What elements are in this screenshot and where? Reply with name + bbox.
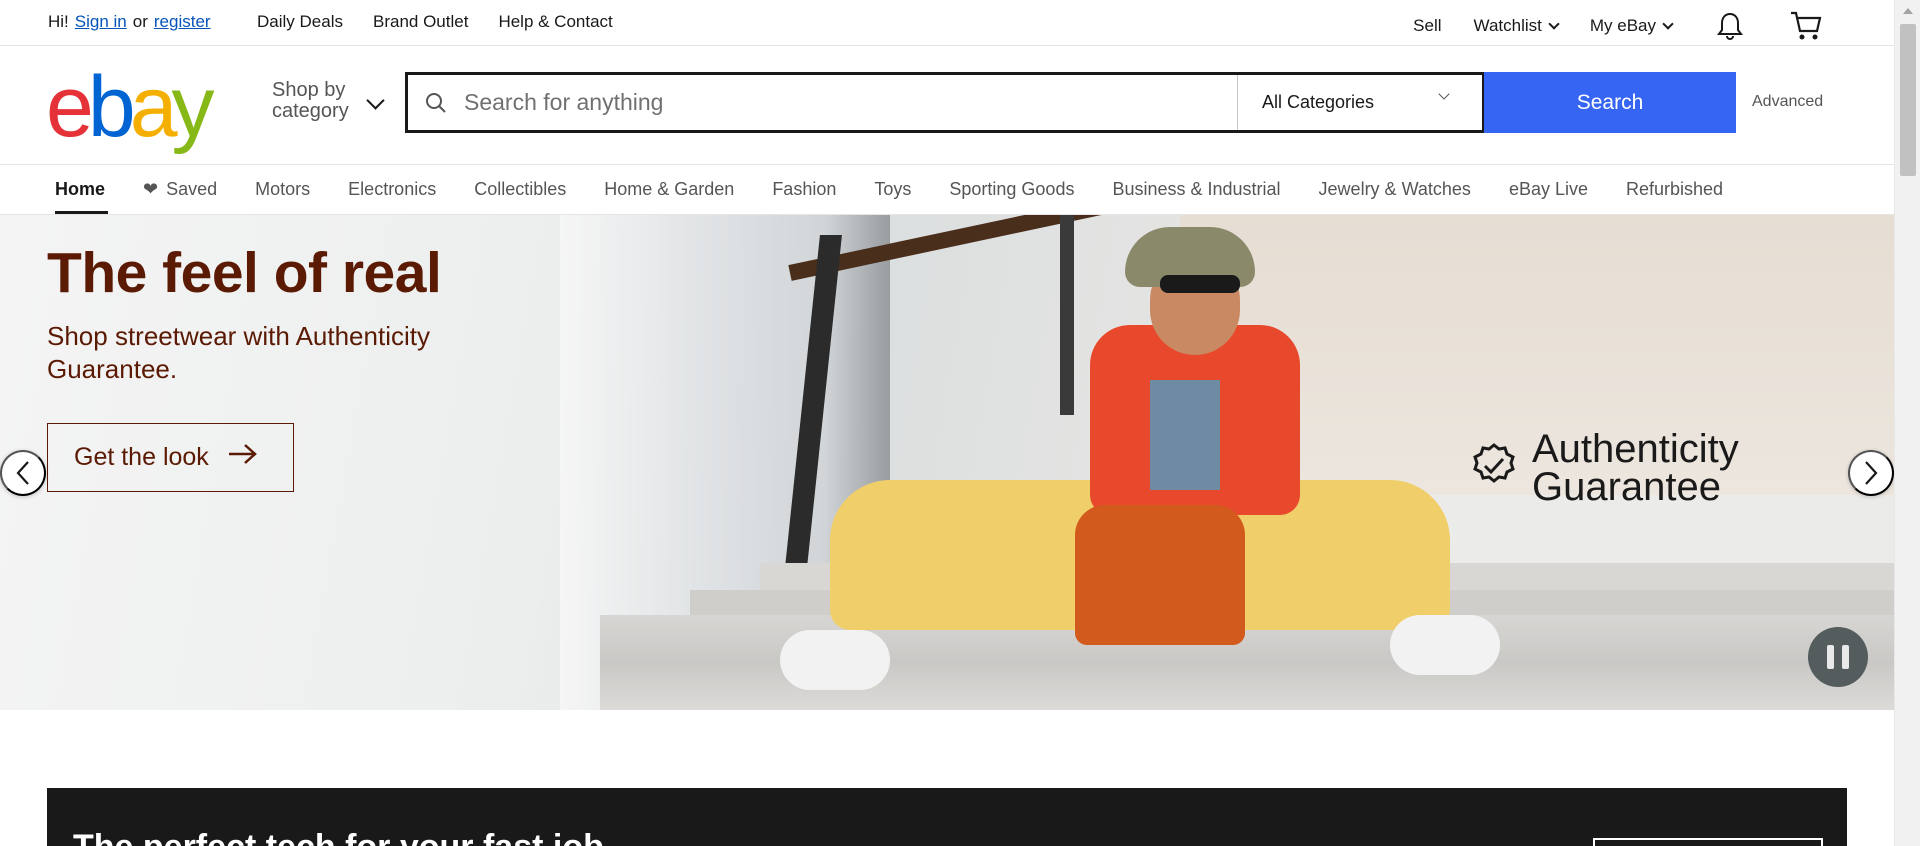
nav-item-ebay-live[interactable]: eBay Live [1509,179,1588,200]
search-icon [408,91,464,115]
logo-letter: y [171,59,215,155]
main-header: ebay Shop by category All Categories Sea… [0,46,1894,164]
chevron-down-icon[interactable] [366,91,385,110]
hero-figure-sneaker [1390,615,1500,675]
nav-item-home[interactable]: Home [55,179,105,200]
sell-link[interactable]: Sell [1413,16,1441,36]
bell-icon[interactable] [1712,8,1748,44]
search-input[interactable] [464,77,1224,128]
hero-figure-sneaker [780,630,890,690]
authenticity-guarantee-badge: Authenticity Guarantee [1470,427,1739,509]
carousel-pause-button[interactable] [1808,627,1868,687]
chevron-right-icon [1865,461,1878,485]
greeting-text: Hi! [48,12,69,31]
chevron-down-icon [1548,17,1560,30]
chevron-down-icon [1662,17,1674,30]
chevron-down-icon [1438,88,1450,100]
scroll-up-icon[interactable] [1903,8,1913,14]
top-utility-bar: Hi! Sign in or register Daily Deals Bran… [0,0,1894,46]
register-link[interactable]: register [154,12,211,32]
hero-banner[interactable]: The feel of real Shop streetwear with Au… [0,215,1894,710]
help-contact-link[interactable]: Help & Contact [498,12,612,32]
nav-item-toys[interactable]: Toys [874,179,911,200]
page: Hi! Sign in or register Daily Deals Bran… [0,0,1894,846]
promo-cta-button[interactable] [1593,838,1823,846]
sign-in-link[interactable]: Sign in [75,12,127,32]
nav-item-saved[interactable]: ❤ Saved [143,179,217,200]
utility-links: Daily Deals Brand Outlet Help & Contact [257,12,613,32]
nav-item-label: Motors [255,179,311,199]
nav-item-label: Jewelry & Watches [1318,179,1471,199]
nav-item-motors[interactable]: Motors [255,179,310,200]
hero-figure-sunglasses [1160,275,1240,293]
arrow-right-icon [227,442,259,473]
daily-deals-link[interactable]: Daily Deals [257,12,343,32]
my-ebay-label: My eBay [1589,16,1656,35]
badge-line-2: Guarantee [1532,465,1722,509]
search-button[interactable]: Search [1484,72,1736,133]
check-badge-icon [1470,442,1518,495]
promo-title: The perfect tech for your fast job [73,828,604,846]
pause-icon [1827,645,1834,669]
logo-letter: a [129,59,178,155]
brand-outlet-link[interactable]: Brand Outlet [373,12,468,32]
hero-subtitle: Shop streetwear with Authenticity Guaran… [47,321,430,384]
nav-item-label: Home [55,179,106,199]
promo-banner: The perfect tech for your fast job [47,788,1847,846]
hero-title: The feel of real [47,241,442,305]
pause-icon [1842,645,1849,669]
nav-item-label: Refurbished [1626,179,1724,199]
account-greeting: Hi! Sign in or register [48,12,211,32]
logo-letter: b [87,59,136,155]
scrollbar-thumb[interactable] [1900,24,1916,176]
nav-item-home-garden[interactable]: Home & Garden [604,179,734,200]
advanced-search-link[interactable]: Advanced [1752,93,1823,111]
nav-item-collectibles[interactable]: Collectibles [474,179,566,200]
nav-item-label: eBay Live [1508,179,1588,199]
shop-by-label: Shop by [272,79,346,101]
hero-figure-shirt [1150,380,1220,490]
carousel-previous-button[interactable] [0,450,46,496]
ebay-logo[interactable]: ebay [46,59,215,155]
nav-item-business-industrial[interactable]: Business & Industrial [1112,179,1280,200]
nav-item-label: Business & Industrial [1112,179,1281,199]
page-scrollbar[interactable] [1894,0,1920,846]
nav-item-refurbished[interactable]: Refurbished [1626,179,1723,200]
nav-item-label: Collectibles [474,179,567,199]
get-the-look-button[interactable]: Get the look [47,423,294,492]
sell-label: Sell [1413,16,1442,35]
nav-item-fashion[interactable]: Fashion [772,179,836,200]
hero-background-post [1060,215,1074,415]
nav-item-label: Saved [166,179,218,199]
category-nav: Home ❤ Saved Motors Electronics Collectib… [0,164,1894,215]
user-menu: Sell Watchlist My eBay [1413,8,1824,44]
nav-item-label: Fashion [772,179,837,199]
watchlist-dropdown[interactable]: Watchlist [1473,16,1560,36]
category-select[interactable]: All Categories [1237,75,1482,130]
badge-line-1: Authenticity [1532,427,1739,471]
or-text: or [132,12,148,31]
cart-icon[interactable] [1788,8,1824,44]
nav-item-jewelry-watches[interactable]: Jewelry & Watches [1319,179,1471,200]
logo-letter: e [46,59,94,155]
cta-label: Get the look [74,443,209,471]
category-select-value: All Categories [1262,92,1375,112]
shop-by-category-button[interactable]: Shop by category [272,80,349,122]
nav-item-label: Sporting Goods [949,179,1075,199]
hero-figure-backpack [1075,505,1245,645]
active-tab-indicator [55,211,108,214]
heart-icon: ❤ [143,179,159,199]
nav-item-label: Electronics [348,179,437,199]
carousel-next-button[interactable] [1848,450,1894,496]
nav-item-label: Toys [874,179,912,199]
nav-item-label: Home & Garden [604,179,735,199]
search-bar: All Categories [405,72,1485,133]
my-ebay-dropdown[interactable]: My eBay [1589,16,1674,36]
nav-item-electronics[interactable]: Electronics [348,179,436,200]
nav-item-sporting-goods[interactable]: Sporting Goods [949,179,1074,200]
chevron-left-icon [16,461,29,485]
watchlist-label: Watchlist [1473,16,1542,35]
category-label: category [272,100,349,122]
